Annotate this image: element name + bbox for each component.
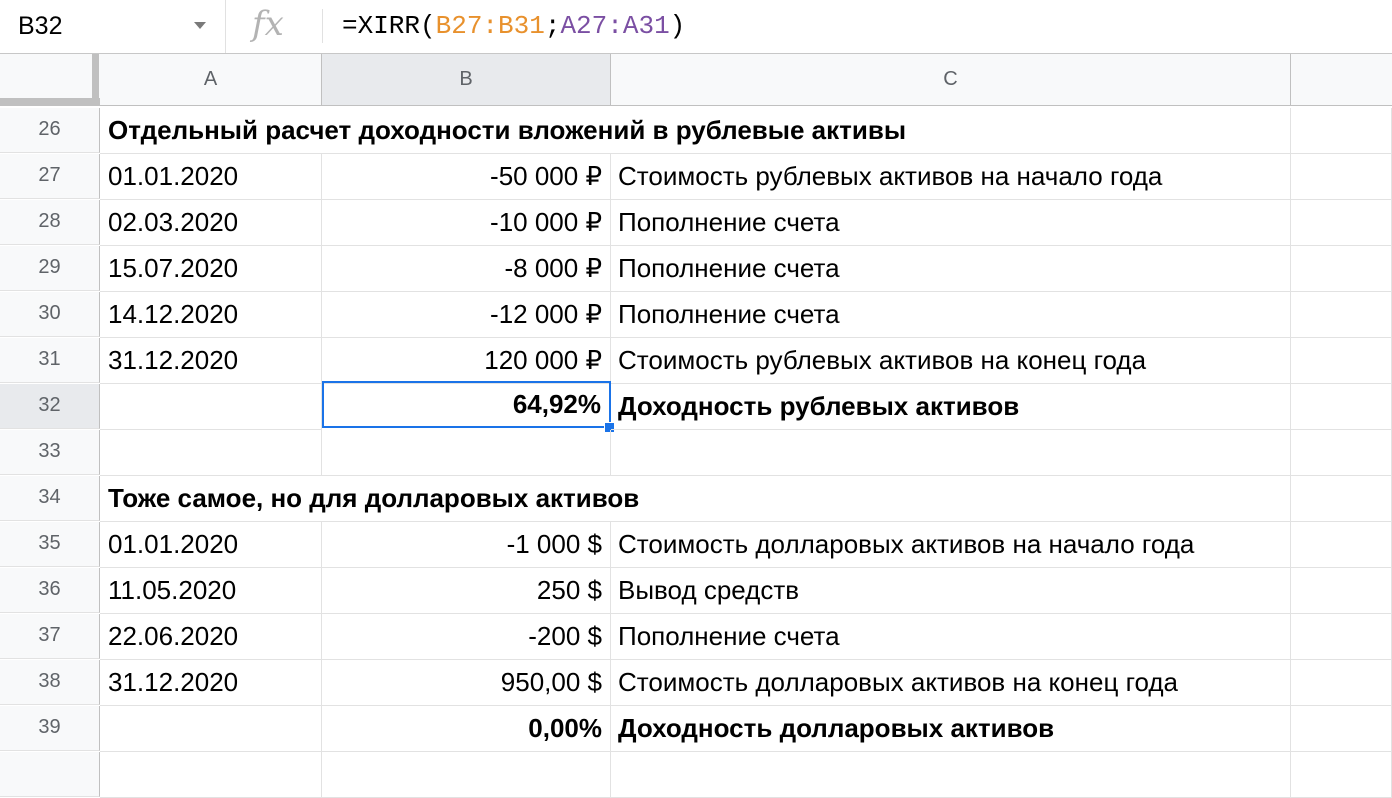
cell[interactable] — [1291, 292, 1392, 338]
cell-c36[interactable]: Вывод средств — [611, 568, 1291, 614]
row-header-39[interactable]: 39 — [0, 706, 100, 751]
cell-a35[interactable]: 01.01.2020 — [100, 522, 322, 568]
cell-a39[interactable] — [100, 706, 322, 752]
cell[interactable] — [1291, 338, 1392, 384]
chevron-down-icon[interactable] — [194, 22, 206, 29]
cell-a31[interactable]: 31.12.2020 — [100, 338, 322, 384]
cell-b37[interactable]: -200 $ — [322, 614, 611, 660]
cell[interactable] — [1291, 522, 1392, 568]
formula-range-a: A27:A31 — [560, 11, 670, 41]
name-box-value: B32 — [18, 12, 63, 40]
cell-a29[interactable]: 15.07.2020 — [100, 246, 322, 292]
fx-icon: fx — [252, 4, 284, 44]
formula-separator: ; — [544, 11, 561, 41]
name-box[interactable]: B32 — [0, 0, 226, 53]
cell-c39[interactable]: Доходность долларовых активов — [611, 706, 1291, 752]
column-header-d[interactable] — [1291, 54, 1392, 106]
cell-b36[interactable]: 250 $ — [322, 568, 611, 614]
cell-b27[interactable]: -50 000 ₽ — [322, 154, 611, 200]
formula-input[interactable]: =XIRR(B27:B31;A27:A31) — [342, 11, 685, 41]
cell-c38[interactable]: Стоимость долларовых активов на конец го… — [611, 660, 1291, 706]
row-header-38[interactable]: 38 — [0, 660, 100, 705]
cell[interactable] — [1291, 108, 1392, 154]
cell[interactable] — [1291, 476, 1392, 522]
cell[interactable] — [1291, 154, 1392, 200]
cell-b30[interactable]: -12 000 ₽ — [322, 292, 611, 338]
row-header-40[interactable] — [0, 752, 100, 797]
column-header-label: C — [943, 68, 958, 90]
select-all-corner[interactable] — [0, 54, 100, 106]
formula-range-b: B27:B31 — [435, 11, 545, 41]
cell-c28[interactable]: Пополнение счета — [611, 200, 1291, 246]
cell-b35[interactable]: -1 000 $ — [322, 522, 611, 568]
cell-a38[interactable]: 31.12.2020 — [100, 660, 322, 706]
row-header-29[interactable]: 29 — [0, 246, 100, 291]
cell[interactable] — [322, 752, 611, 798]
cell-c27[interactable]: Стоимость рублевых активов на начало год… — [611, 154, 1291, 200]
cell-b29[interactable]: -8 000 ₽ — [322, 246, 611, 292]
formula-suffix: ) — [669, 11, 686, 41]
row-header-28[interactable]: 28 — [0, 200, 100, 245]
cell-b39[interactable]: 0,00% — [322, 706, 611, 752]
row-header-37[interactable]: 37 — [0, 614, 100, 659]
cell[interactable] — [1291, 568, 1392, 614]
cell[interactable] — [1291, 430, 1392, 476]
row-header-32[interactable]: 32 — [0, 384, 100, 429]
cell-a37[interactable]: 22.06.2020 — [100, 614, 322, 660]
row-header-34[interactable]: 34 — [0, 476, 100, 521]
section-title-rub[interactable]: Отдельный расчет доходности вложений в р… — [100, 108, 1291, 154]
cell-a32[interactable] — [100, 384, 322, 430]
column-header-a[interactable]: A — [100, 54, 322, 106]
cell-a27[interactable]: 01.01.2020 — [100, 154, 322, 200]
cell-c37[interactable]: Пополнение счета — [611, 614, 1291, 660]
formula-bar-divider — [322, 9, 323, 43]
cell-c33[interactable] — [611, 430, 1291, 476]
cell-b32-selected[interactable]: 64,92% — [322, 381, 611, 428]
cell-c32[interactable]: Доходность рублевых активов — [611, 384, 1291, 430]
cell-b31[interactable]: 120 000 ₽ — [322, 338, 611, 384]
cell-a36[interactable]: 11.05.2020 — [100, 568, 322, 614]
cell-c31[interactable]: Стоимость рублевых активов на конец года — [611, 338, 1291, 384]
cell-b28[interactable]: -10 000 ₽ — [322, 200, 611, 246]
section-title-usd[interactable]: Тоже самое, но для долларовых активов — [100, 476, 1291, 522]
row-header-30[interactable]: 30 — [0, 292, 100, 337]
cell[interactable] — [1291, 246, 1392, 292]
row-header-33[interactable]: 33 — [0, 430, 100, 475]
column-header-b[interactable]: B — [322, 54, 611, 106]
column-header-label: A — [203, 68, 218, 90]
row-header-31[interactable]: 31 — [0, 338, 100, 383]
column-header-label: B — [459, 68, 473, 90]
cell[interactable] — [1291, 200, 1392, 246]
row-header-26[interactable]: 26 — [0, 108, 100, 153]
row-header-36[interactable]: 36 — [0, 568, 100, 613]
cell[interactable] — [100, 752, 322, 798]
cell-b38[interactable]: 950,00 $ — [322, 660, 611, 706]
cell[interactable] — [611, 752, 1291, 798]
formula-prefix: =XIRR( — [342, 11, 436, 41]
cell[interactable] — [1291, 660, 1392, 706]
column-header-c[interactable]: C — [611, 54, 1291, 106]
freeze-row-handle[interactable] — [0, 98, 100, 105]
cell-a28[interactable]: 02.03.2020 — [100, 200, 322, 246]
formula-bar: B32 fx =XIRR(B27:B31;A27:A31) — [0, 0, 1392, 54]
row-header-27[interactable]: 27 — [0, 154, 100, 199]
cell[interactable] — [1291, 752, 1392, 798]
cell[interactable] — [1291, 384, 1392, 430]
cell-c29[interactable]: Пополнение счета — [611, 246, 1291, 292]
cell-c30[interactable]: Пополнение счета — [611, 292, 1291, 338]
cell-c35[interactable]: Стоимость долларовых активов на начало г… — [611, 522, 1291, 568]
cell-a33[interactable] — [100, 430, 322, 476]
cell[interactable] — [1291, 614, 1392, 660]
cell-b33[interactable] — [322, 430, 611, 476]
cell[interactable] — [1291, 706, 1392, 752]
cell-a30[interactable]: 14.12.2020 — [100, 292, 322, 338]
row-header-35[interactable]: 35 — [0, 522, 100, 567]
